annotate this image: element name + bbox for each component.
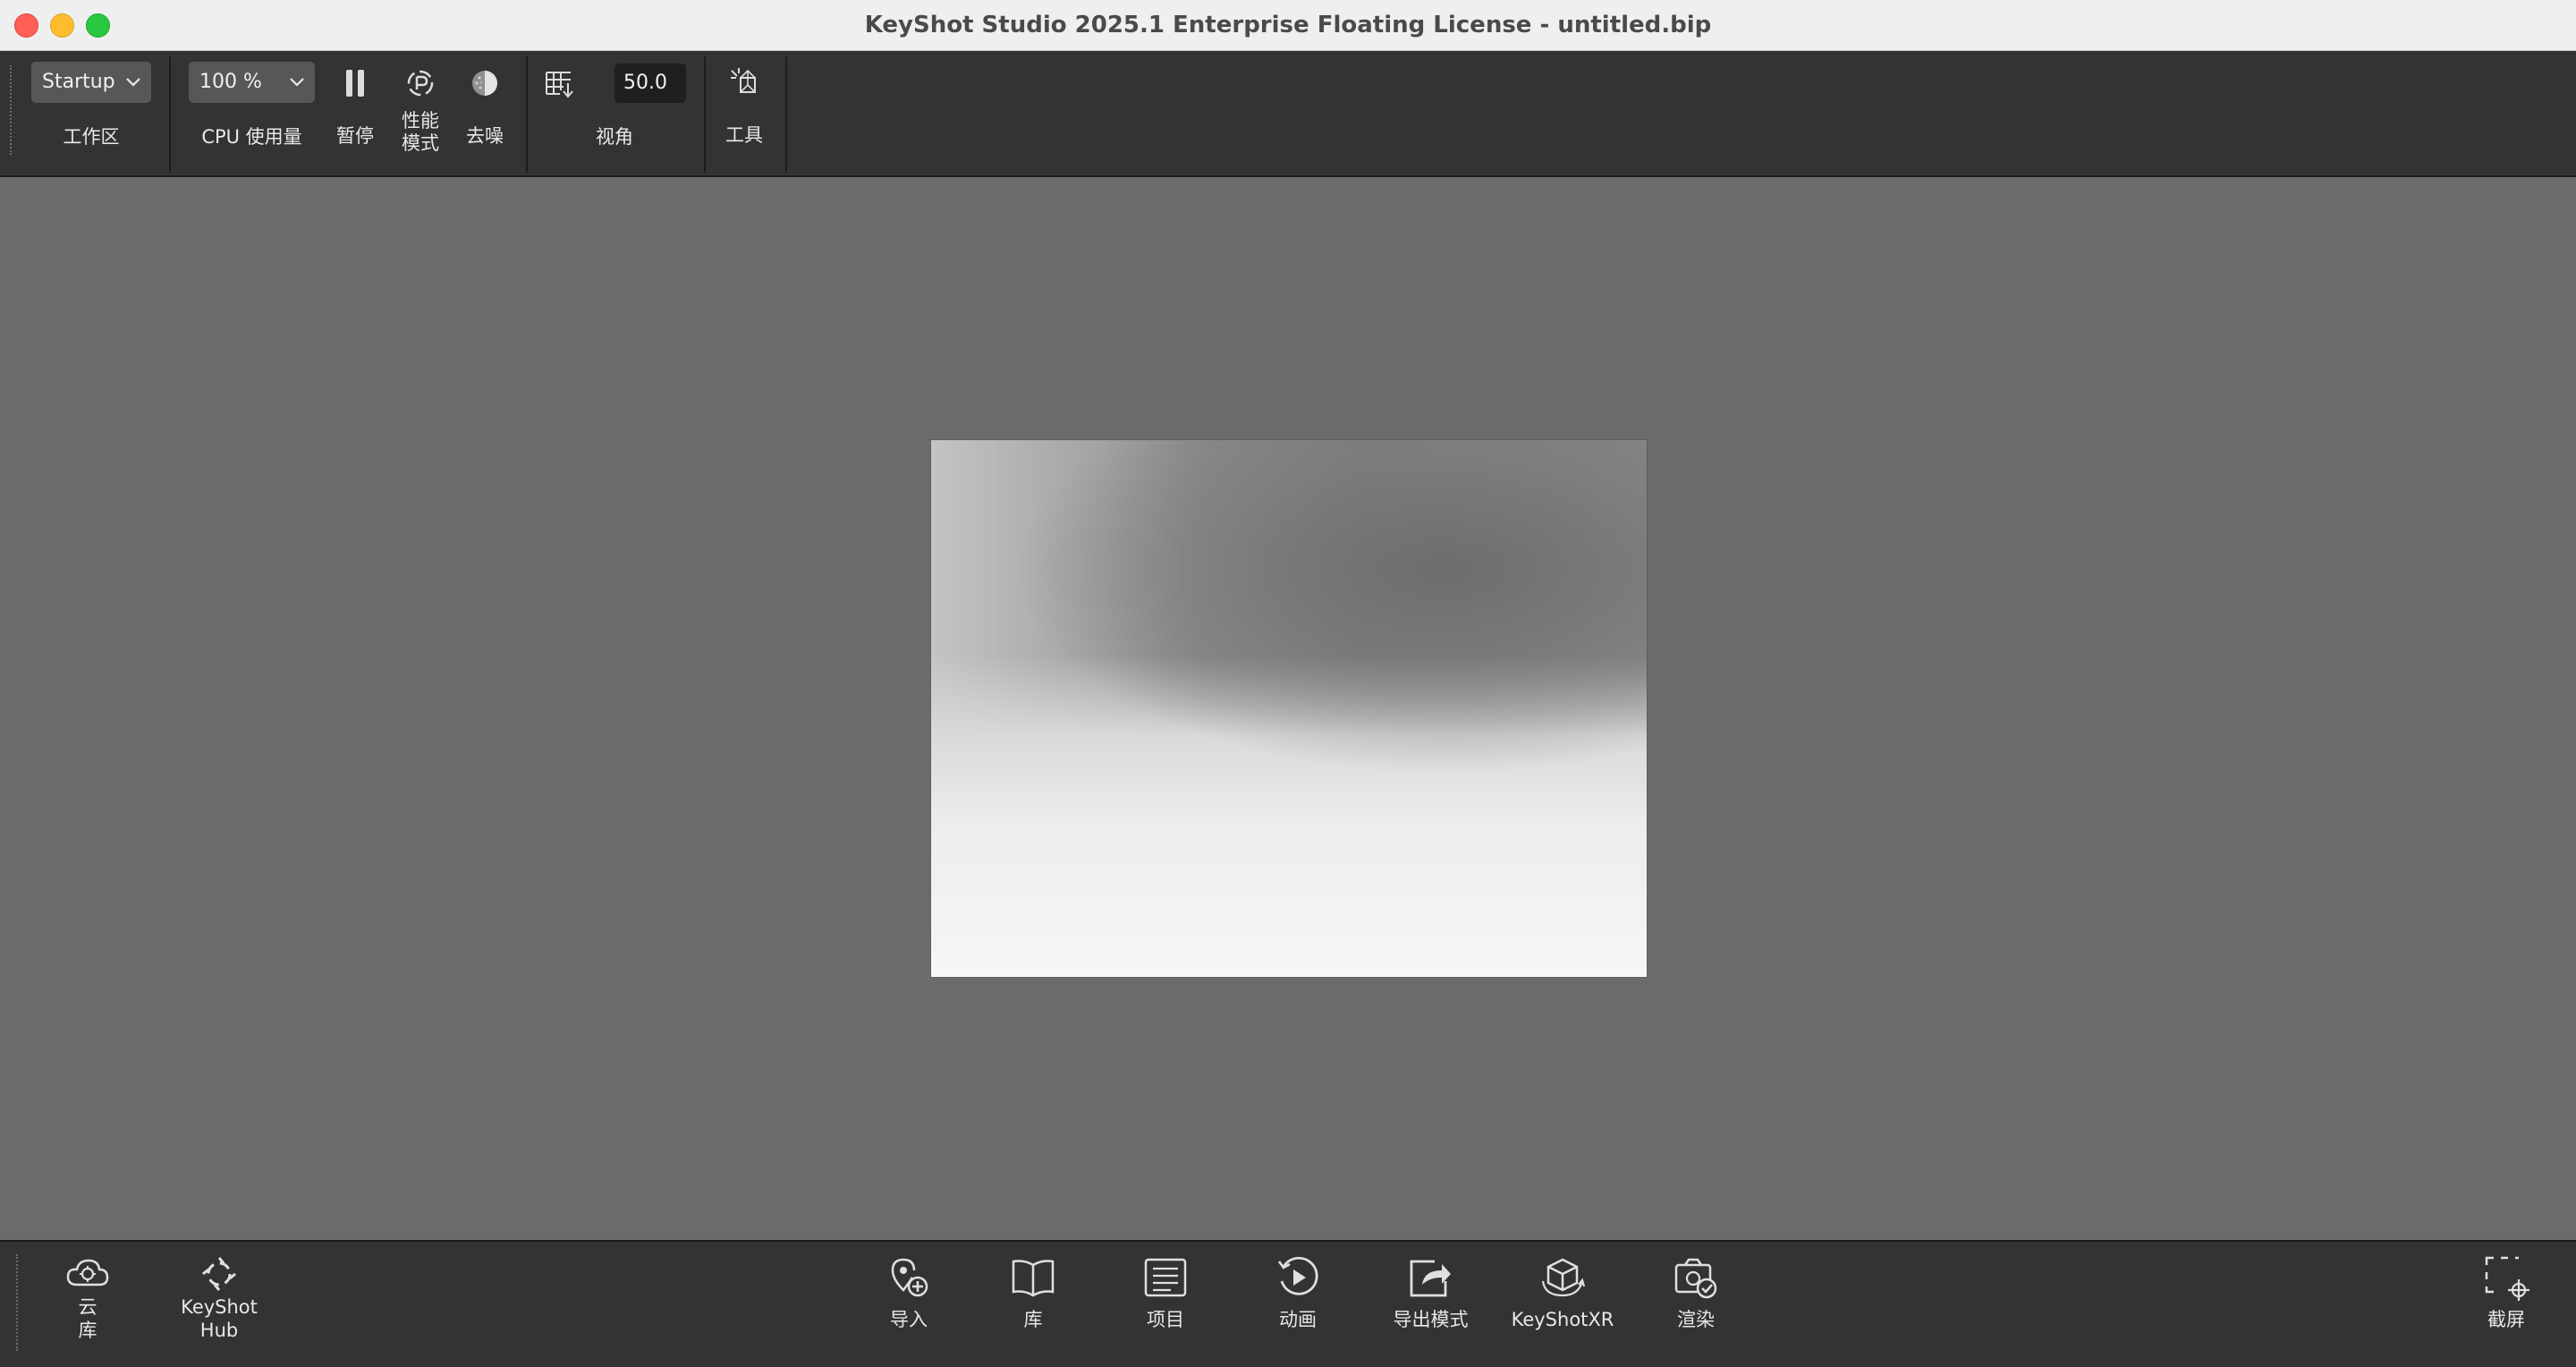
render-camera-icon	[1674, 1258, 1717, 1299]
library-button[interactable]: 库	[988, 1254, 1078, 1331]
render-preview[interactable]	[930, 439, 1648, 978]
screenshot-button[interactable]: 截屏	[2462, 1254, 2551, 1331]
performance-mode-icon	[407, 70, 434, 97]
export-mode-label: 导出模式	[1393, 1309, 1469, 1330]
toolbar-separator	[169, 56, 171, 173]
cloud-library-button[interactable]: 云 库	[52, 1254, 123, 1342]
keyshotxr-label: KeyShotXR	[1511, 1309, 1614, 1330]
toolbar-separator	[785, 56, 787, 173]
keyshot-window: KeyShot Studio 2025.1 Enterprise Floatin…	[0, 0, 2576, 1367]
dock-grip[interactable]	[16, 1254, 20, 1351]
library-label: 库	[1023, 1309, 1043, 1330]
title-bar[interactable]: KeyShot Studio 2025.1 Enterprise Floatin…	[0, 0, 2576, 51]
project-button[interactable]: 项目	[1121, 1254, 1210, 1331]
project-list-icon	[1144, 1258, 1187, 1297]
workspace-label: 工作区	[63, 126, 120, 148]
import-icon	[891, 1258, 928, 1297]
denoise-button[interactable]	[469, 67, 501, 103]
share-export-icon	[1410, 1260, 1451, 1297]
keyshot-hub-label-line2: Hub	[199, 1320, 239, 1341]
workspace-value: Startup	[42, 71, 115, 93]
keyshot-hub-button[interactable]: KeyShot Hub	[170, 1254, 268, 1342]
cloud-icon	[66, 1259, 109, 1286]
cpu-usage-label: CPU 使用量	[201, 126, 302, 148]
book-icon	[1012, 1260, 1055, 1297]
import-label: 导入	[890, 1309, 928, 1330]
toolbar-separator	[526, 56, 528, 173]
cloud-library-label-line1: 云	[78, 1296, 97, 1318]
screenshot-label: 截屏	[2487, 1309, 2525, 1330]
perspective-grid-icon	[546, 72, 573, 98]
pause-button[interactable]	[340, 67, 370, 103]
animation-play-icon	[1277, 1256, 1318, 1295]
performance-mode-label-line2: 模式	[402, 132, 439, 154]
pause-icon	[346, 70, 364, 97]
field-of-view-label: 视角	[596, 126, 633, 148]
keyshotxr-button[interactable]: KeyShotXR	[1504, 1254, 1621, 1331]
render-button[interactable]: 渲染	[1651, 1254, 1741, 1331]
export-mode-button[interactable]: 导出模式	[1379, 1254, 1482, 1331]
perspective-toggle[interactable]	[544, 69, 576, 103]
toolbar-grip[interactable]	[10, 65, 13, 155]
keyshot-hub-label-line1: KeyShot	[181, 1296, 258, 1318]
project-label: 项目	[1147, 1309, 1184, 1330]
xr-cube-icon	[1541, 1258, 1586, 1297]
performance-mode-button[interactable]	[404, 67, 436, 103]
cloud-library-label-line2: 库	[78, 1320, 97, 1341]
animation-label: 动画	[1279, 1309, 1317, 1330]
pause-label: 暂停	[336, 125, 374, 147]
chevron-down-icon	[124, 62, 142, 118]
cpu-usage-value: 100 %	[199, 71, 262, 93]
real-time-viewport[interactable]	[0, 177, 2576, 1240]
tools-icon	[731, 68, 756, 93]
bottom-dock: 云 库 KeyShot Hub 导入 库 项目 动画 导出模式 KeyShotX…	[0, 1240, 2576, 1367]
field-of-view-input[interactable]: 50.0	[614, 64, 686, 103]
denoise-icon	[472, 71, 497, 96]
denoise-label: 去噪	[466, 125, 504, 147]
top-toolbar: Startup 工作区 100 % CPU 使用量 暂停 性能 模式 去噪 50…	[0, 51, 2576, 177]
tools-button[interactable]	[728, 65, 760, 103]
tools-label: 工具	[725, 124, 763, 146]
screenshot-crosshair-icon	[2485, 1256, 2529, 1301]
performance-mode-label-line1: 性能	[402, 110, 439, 132]
chevron-down-icon	[288, 62, 306, 118]
workspace-dropdown[interactable]: Startup	[31, 62, 151, 103]
performance-mode-label: 性能 模式	[394, 110, 447, 155]
keyshot-hub-icon	[202, 1257, 236, 1291]
import-button[interactable]: 导入	[864, 1254, 953, 1331]
window-title: KeyShot Studio 2025.1 Enterprise Floatin…	[864, 12, 1712, 38]
render-label: 渲染	[1677, 1309, 1715, 1330]
animation-button[interactable]: 动画	[1253, 1254, 1343, 1331]
toolbar-separator	[704, 56, 706, 173]
cpu-usage-dropdown[interactable]: 100 %	[189, 62, 315, 103]
